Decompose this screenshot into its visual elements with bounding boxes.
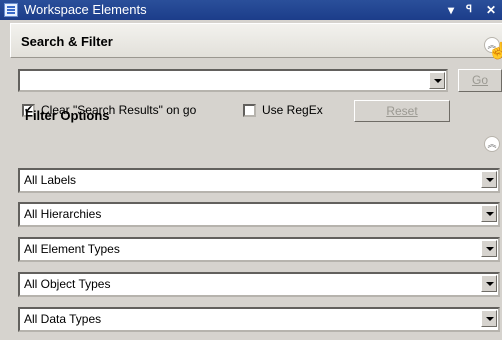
chevron-down-icon[interactable] [481,240,497,257]
chevron-down-icon[interactable] [481,275,497,292]
object-types-filter-select[interactable]: All Object Types [18,272,500,297]
use-regex-label[interactable]: Use RegEx [262,103,323,117]
search-input[interactable] [18,69,448,92]
filter-options-title: Filter Options [25,108,110,123]
collapse-filter-icon[interactable]: ︽ [484,136,500,152]
use-regex-checkbox[interactable] [243,104,256,117]
dropdown-menu-icon[interactable]: ▾ [448,1,454,19]
reset-button[interactable]: Reset [354,100,450,122]
object-types-filter-value: All Object Types [24,277,111,291]
data-types-filter-select[interactable]: All Data Types [18,307,500,332]
element-types-filter-select[interactable]: All Element Types [18,237,500,262]
labels-filter-value: All Labels [24,173,77,187]
pin-icon[interactable]: ꟼ [466,1,472,19]
chevron-down-icon[interactable] [481,310,497,327]
data-types-filter-value: All Data Types [24,312,102,326]
search-filter-title: Search & Filter [21,34,113,49]
chevron-down-icon[interactable] [481,171,497,188]
workspace-icon [4,3,18,17]
element-types-filter-value: All Element Types [24,242,120,256]
chevron-down-icon[interactable] [481,205,497,222]
search-dropdown-arrow-icon[interactable] [429,72,445,89]
close-icon[interactable]: ✕ [486,1,496,19]
search-filter-header[interactable]: Search & Filter [10,23,502,58]
hierarchies-filter-value: All Hierarchies [24,207,102,221]
go-button[interactable]: Go [458,69,502,92]
labels-filter-select[interactable]: All Labels [18,168,500,193]
window-title-bar: Workspace Elements ▾ ꟼ ✕ [0,0,502,20]
window-title: Workspace Elements [24,2,147,17]
hierarchies-filter-select[interactable]: All Hierarchies [18,202,500,227]
hand-pointer-icon: ☝ [488,43,502,60]
